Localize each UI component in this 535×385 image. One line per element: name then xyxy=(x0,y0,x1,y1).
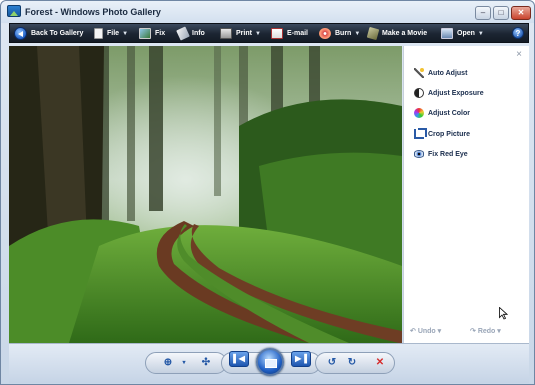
chevron-down-icon[interactable]: ▾ xyxy=(176,356,192,370)
print-menu-button[interactable]: Print ▼ xyxy=(220,24,261,43)
rotate-clockwise-icon[interactable]: ↻ xyxy=(344,356,360,370)
undo-label: Undo xyxy=(417,328,436,335)
open-menu-button[interactable]: Open ▼ xyxy=(441,24,484,43)
fix-item-label: Crop Picture xyxy=(428,130,471,138)
help-icon[interactable]: ? xyxy=(512,27,524,39)
crop-icon xyxy=(414,128,427,139)
email-button[interactable]: E-mail xyxy=(271,24,308,43)
photo-gallery-app-icon xyxy=(7,5,21,17)
rotate-counterclockwise-icon[interactable]: ↺ xyxy=(324,356,340,370)
mouse-cursor-icon xyxy=(499,307,508,320)
fix-red-eye-button[interactable]: Fix Red Eye xyxy=(414,147,468,161)
redo-button[interactable]: ↷ Redo ▾ xyxy=(470,327,501,335)
fix-item-label: Fix Red Eye xyxy=(428,150,468,158)
info-button[interactable]: Info xyxy=(176,24,205,43)
burn-icon xyxy=(319,28,331,39)
forest-photo xyxy=(9,46,402,343)
print-icon xyxy=(220,28,232,39)
fix-button[interactable]: Fix xyxy=(139,24,165,43)
fix-item-label: Auto Adjust xyxy=(428,69,468,77)
undo-icon: ↶ xyxy=(410,328,418,335)
delete-icon[interactable]: ✕ xyxy=(372,356,388,370)
redo-label: Redo xyxy=(477,328,496,335)
toolbar-label: Burn xyxy=(335,30,352,37)
redo-icon: ↷ xyxy=(470,328,478,335)
color-wheel-icon xyxy=(414,108,424,118)
movie-icon xyxy=(366,26,380,41)
info-icon xyxy=(176,26,190,41)
chevron-down-icon: ▼ xyxy=(254,30,261,37)
chevron-down-icon: ▾ xyxy=(435,328,442,335)
zoom-controls: ⊕ ▾ ✣ xyxy=(145,352,227,374)
adjust-exposure-button[interactable]: Adjust Exposure xyxy=(414,86,484,100)
auto-adjust-button[interactable]: Auto Adjust xyxy=(414,66,467,80)
open-icon xyxy=(441,28,453,39)
actual-size-icon[interactable]: ✣ xyxy=(198,356,214,370)
crop-picture-button[interactable]: Crop Picture xyxy=(414,127,470,141)
fix-item-label: Adjust Exposure xyxy=(428,89,484,97)
burn-menu-button[interactable]: Burn ▼ xyxy=(319,24,360,43)
fix-item-label: Adjust Color xyxy=(428,109,470,117)
toolbar-label: Open xyxy=(457,30,475,37)
navigation-bar: ⊕ ▾ ✣ ▌◀ ▶▐ ↺ ↻ ✕ xyxy=(9,343,529,383)
previous-icon[interactable]: ▌◀ xyxy=(229,351,249,367)
toolbar-label: Info xyxy=(192,30,205,37)
maximize-button[interactable]: □ xyxy=(493,6,509,20)
minimize-button[interactable]: – xyxy=(475,6,491,20)
fix-icon xyxy=(139,28,151,39)
exposure-icon xyxy=(414,88,424,98)
toolbar-label: File xyxy=(107,30,120,37)
toolbar-label: E-mail xyxy=(287,30,309,37)
make-a-movie-button[interactable]: Make a Movie xyxy=(366,24,428,43)
email-icon xyxy=(271,28,283,39)
slideshow-icon[interactable] xyxy=(256,348,284,376)
title-bar[interactable]: Forest - Windows Photo Gallery – □ ✕ xyxy=(1,1,534,23)
red-eye-icon xyxy=(414,150,424,158)
toolbar-label: Make a Movie xyxy=(382,30,428,37)
edit-controls: ↺ ↻ ✕ xyxy=(315,352,395,374)
toolbar-label: Back To Gallery xyxy=(31,30,84,37)
back-to-gallery-button[interactable]: Back To Gallery xyxy=(14,24,83,43)
file-menu-button[interactable]: File ▼ xyxy=(94,24,128,43)
adjust-color-button[interactable]: Adjust Color xyxy=(414,106,470,120)
undo-button[interactable]: ↶ Undo ▾ xyxy=(410,327,441,335)
toolbar-label: Fix xyxy=(155,30,166,37)
chevron-down-icon: ▼ xyxy=(122,30,129,37)
magic-wand-icon xyxy=(414,68,424,78)
fix-panel: × Auto Adjust Adjust Exposure Adjust Col… xyxy=(403,46,529,343)
next-icon[interactable]: ▶▐ xyxy=(291,351,311,367)
file-icon xyxy=(94,28,103,39)
command-toolbar: Back To Gallery File ▼ Fix Info Print ▼ … xyxy=(9,23,529,43)
chevron-down-icon: ▾ xyxy=(495,328,501,335)
back-arrow-icon xyxy=(14,27,27,40)
undo-redo-bar: ↶ Undo ▾ ↷ Redo ▾ xyxy=(404,327,530,341)
chevron-down-icon: ▼ xyxy=(354,30,361,37)
chevron-down-icon: ▼ xyxy=(477,30,484,37)
window-title: Forest - Windows Photo Gallery xyxy=(25,7,161,17)
photo-viewer[interactable] xyxy=(9,46,402,343)
toolbar-label: Print xyxy=(236,30,252,37)
zoom-icon[interactable]: ⊕ xyxy=(160,356,176,370)
close-panel-icon[interactable]: × xyxy=(516,49,522,60)
close-button[interactable]: ✕ xyxy=(511,6,531,20)
photo-gallery-window: Forest - Windows Photo Gallery – □ ✕ Bac… xyxy=(0,0,535,385)
